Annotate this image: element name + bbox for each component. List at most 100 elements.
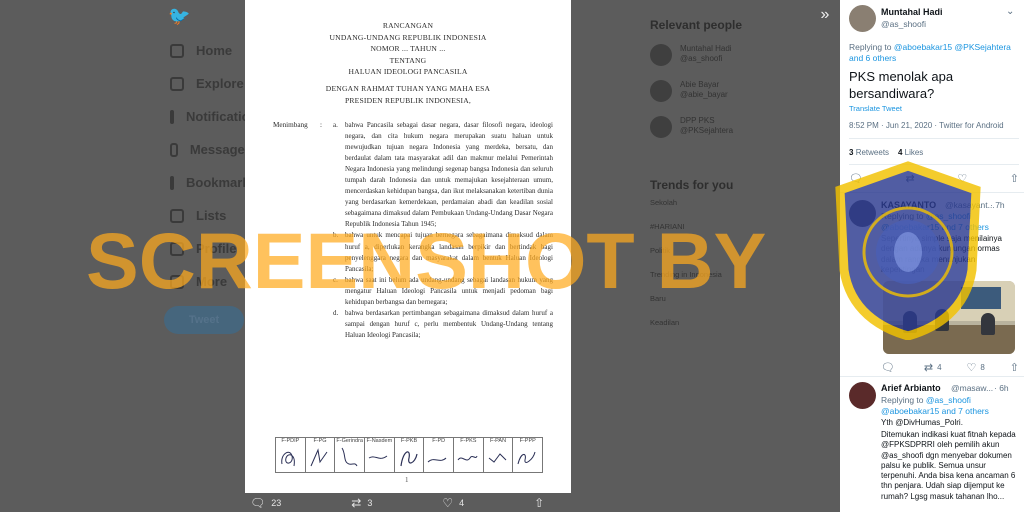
signature-cell: F-Nasdem bbox=[365, 438, 395, 472]
share-button[interactable]: ⇧ bbox=[534, 496, 550, 510]
avatar[interactable] bbox=[849, 5, 876, 32]
expand-icon[interactable]: » bbox=[816, 6, 834, 24]
document-image: RANCANGAN UNDANG-UNDANG REPUBLIK INDONES… bbox=[245, 0, 571, 493]
hash-icon bbox=[170, 76, 184, 91]
relevant-person: Muntahal Hadi @as_shoofi bbox=[650, 44, 825, 66]
retweet-icon: ⇄ bbox=[351, 496, 362, 510]
replying-to: Replying to @as_shoofi @aboebakar15 and … bbox=[881, 211, 989, 232]
like-button[interactable]: ♡ 4 bbox=[442, 496, 464, 510]
reply-time[interactable]: · 6h bbox=[994, 383, 1009, 393]
reply-actions: 🗨 ⇄ 4 ♡ 8 ⇧ bbox=[881, 361, 1019, 374]
bookmark-icon bbox=[170, 175, 174, 190]
trend-item: #HARIANI bbox=[650, 222, 685, 231]
divider bbox=[849, 138, 1019, 139]
background-tweet-button: Tweet bbox=[164, 306, 244, 334]
background-nav: Home Explore Notifications Messages Book… bbox=[170, 34, 265, 298]
reply-icon[interactable]: 🗨 bbox=[849, 172, 863, 185]
reply-time[interactable]: · 7h bbox=[990, 200, 1005, 210]
replying-to: Replying to @as_shoofi @aboebakar15 and … bbox=[881, 395, 989, 416]
author-handle[interactable]: @as_shoofi bbox=[881, 19, 926, 29]
background-sidebar: Relevant people Muntahal Hadi @as_shoofi … bbox=[650, 18, 825, 342]
reply-author-handle[interactable]: @kasayant... bbox=[945, 200, 995, 210]
chevron-down-icon[interactable]: ⌄ bbox=[1006, 6, 1014, 17]
avatar[interactable] bbox=[849, 382, 876, 409]
twitter-bird-icon: 🐦 bbox=[168, 6, 191, 26]
list-icon bbox=[170, 208, 184, 223]
trend-item: Sekolah bbox=[650, 198, 678, 207]
profile-icon bbox=[170, 241, 184, 256]
signature-cell: F-PD bbox=[424, 438, 455, 472]
tweet-timestamp[interactable]: 8:52 PM · Jun 21, 2020 · Twitter for And… bbox=[849, 121, 1004, 130]
trends-title: Trends for you bbox=[650, 178, 734, 192]
menimbang-label: Menimbang bbox=[273, 121, 308, 129]
clauses: a. bahwa Pancasila sebagai dasar negara, … bbox=[333, 120, 553, 341]
colon: : bbox=[320, 121, 322, 129]
signature-cell: F-PAN bbox=[484, 438, 514, 472]
relevant-people-title: Relevant people bbox=[650, 18, 743, 32]
heart-icon[interactable]: ♡ 8 bbox=[967, 361, 985, 374]
reply-text: Sepertinya simple saja menilainya dengan… bbox=[881, 234, 1002, 274]
trend-item: Trending in Indonesia bbox=[650, 270, 722, 279]
bell-icon bbox=[170, 109, 174, 124]
signature-cell: F-PKB bbox=[395, 438, 425, 472]
heart-icon: ♡ bbox=[442, 496, 454, 510]
share-icon[interactable]: ⇧ bbox=[1010, 361, 1019, 374]
clause: d. bahwa berdasarkan pertimbangan sebagai… bbox=[333, 308, 553, 339]
signature-cell: F-PKS bbox=[454, 438, 484, 472]
author-name[interactable]: Muntahal Hadi bbox=[881, 7, 943, 17]
relevant-person: Abie Bayar @abie_bayar bbox=[650, 80, 825, 102]
nav-item-messages: Messages bbox=[170, 133, 252, 166]
signature-cell: F-PDIP bbox=[276, 438, 306, 472]
nav-item-more: More bbox=[170, 265, 252, 298]
nav-item-bookmarks: Bookmarks bbox=[170, 166, 257, 199]
reply-author-name[interactable]: Arief Arbianto bbox=[881, 383, 941, 393]
retweet-icon[interactable]: ⇄ bbox=[906, 172, 915, 185]
reply-icon: 🗨 bbox=[250, 496, 266, 510]
share-icon: ⇧ bbox=[534, 496, 545, 510]
divider bbox=[840, 192, 1024, 193]
retweet-icon[interactable]: ⇄ 4 bbox=[924, 361, 942, 374]
signature-cell: F-PPP bbox=[513, 438, 542, 472]
avatar bbox=[650, 116, 672, 138]
clause: c. bahwa saat ini belum ada undang-undang… bbox=[333, 275, 553, 306]
divider bbox=[840, 376, 1024, 377]
nav-item-explore: Explore bbox=[170, 67, 252, 100]
avatar[interactable] bbox=[849, 200, 876, 227]
reply-mention[interactable]: Yth @DivHumas_Polri. bbox=[881, 418, 1019, 428]
reply-author-name[interactable]: KASAYANTO bbox=[881, 200, 936, 210]
avatar bbox=[650, 44, 672, 66]
translate-link[interactable]: Translate Tweet bbox=[849, 104, 902, 113]
nav-item-home: Home bbox=[170, 34, 252, 67]
document-title: RANCANGAN UNDANG-UNDANG REPUBLIK INDONES… bbox=[329, 21, 487, 76]
home-icon bbox=[170, 43, 184, 58]
nav-item-profile: Profile bbox=[170, 232, 252, 265]
heart-icon[interactable]: ♡ bbox=[957, 172, 967, 185]
nav-item-notifications: Notifications bbox=[170, 100, 265, 133]
signature-cell: F-PG bbox=[306, 438, 336, 472]
relevant-person: DPP PKS @PKSejahtera bbox=[650, 116, 825, 138]
signature-table: F-PDIP F-PG F-Gerindra F-Nasdem F-PKB F-… bbox=[275, 437, 543, 473]
clause: b. bahwa untuk mencapai tujuan bernegara … bbox=[333, 231, 553, 273]
avatar bbox=[650, 80, 672, 102]
tweet-text: PKS menolak apa bersandiwara? bbox=[849, 69, 954, 101]
tweet-panel: Muntahal Hadi @as_shoofi ⌄ Replying to @… bbox=[840, 0, 1024, 512]
more-icon bbox=[170, 274, 184, 289]
tweet-actions: 🗨 ⇄ ♡ ⇧ bbox=[849, 172, 1019, 185]
tweet-stats: 3 Retweets 4 Likes bbox=[849, 148, 924, 157]
signature-cell: F-Gerindra bbox=[335, 438, 366, 472]
retweet-button[interactable]: ⇄ 3 bbox=[351, 496, 372, 510]
share-icon[interactable]: ⇧ bbox=[1010, 172, 1019, 185]
replying-to: Replying to @aboebakar15 @PKSejahtera an… bbox=[849, 42, 1011, 63]
clause: a. bahwa Pancasila sebagai dasar negara, … bbox=[333, 121, 553, 229]
nav-item-lists: Lists bbox=[170, 199, 252, 232]
reply-photo[interactable] bbox=[883, 281, 1015, 354]
trend-item: Baru bbox=[650, 294, 666, 303]
page-number: 1 bbox=[405, 476, 409, 484]
reply-text: Ditemukan indikasi kuat fitnah kepada @F… bbox=[881, 430, 1016, 501]
reply-icon[interactable]: 🗨 bbox=[881, 361, 899, 374]
reply-button[interactable]: 🗨 23 bbox=[250, 496, 281, 510]
media-actions: 🗨 23 ⇄ 3 ♡ 4 ⇧ bbox=[250, 494, 580, 512]
trend-item: Politik bbox=[650, 246, 671, 255]
document-preamble: DENGAN RAHMAT TUHAN YANG MAHA ESA PRESID… bbox=[325, 84, 491, 105]
reply-author-handle[interactable]: @masaw... bbox=[951, 383, 993, 393]
